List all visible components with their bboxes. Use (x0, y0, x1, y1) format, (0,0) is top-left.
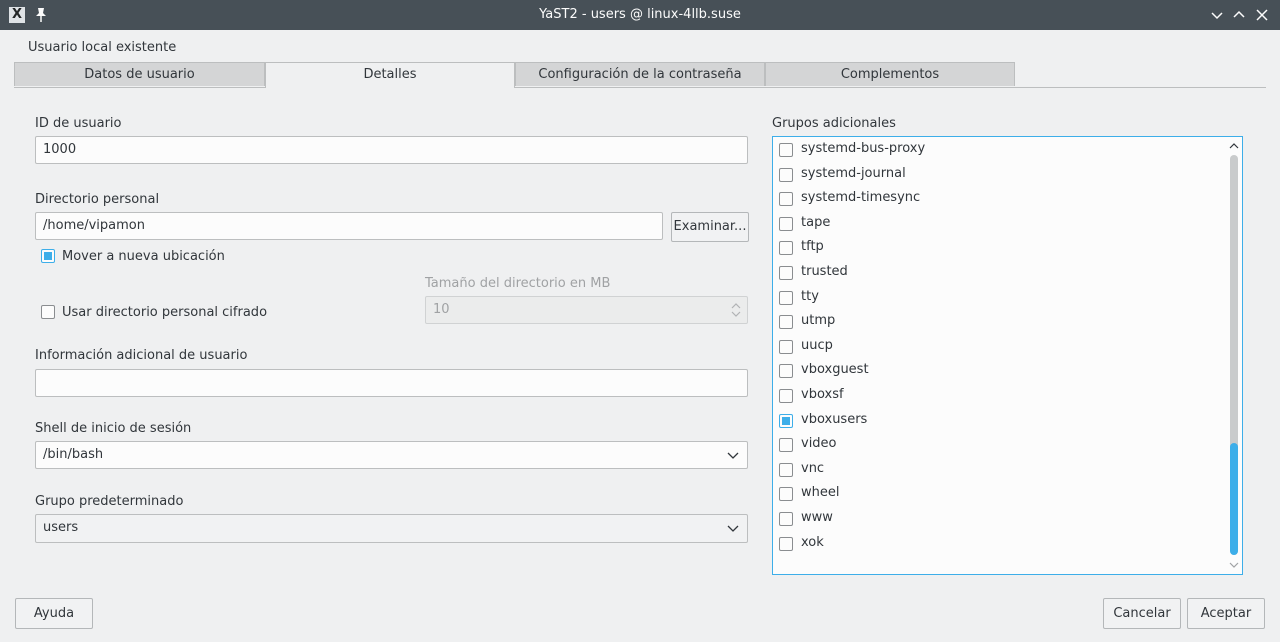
login-shell-combobox[interactable]: /bin/bash (35, 441, 748, 469)
group-checkbox[interactable] (779, 217, 793, 231)
window-titlebar: X YaST2 - users @ linux-4llb.suse (0, 0, 1280, 30)
list-item[interactable]: xok (778, 532, 1218, 556)
chevron-down-icon (727, 525, 739, 532)
tab-user-data[interactable]: Datos de usuario (14, 62, 265, 86)
group-checkbox[interactable] (779, 487, 793, 501)
additional-groups-list[interactable]: systemd-bus-proxy systemd-journal system… (772, 136, 1243, 575)
home-dir-input[interactable]: /home/vipamon (35, 212, 663, 240)
group-checkbox[interactable] (779, 463, 793, 477)
list-item[interactable]: systemd-journal (778, 163, 1218, 187)
group-checkbox[interactable] (779, 291, 793, 305)
groups-scrollbar[interactable] (1227, 139, 1239, 572)
group-checkbox[interactable] (779, 414, 793, 428)
user-id-input[interactable]: 1000 (35, 136, 748, 164)
list-item[interactable]: vboxguest (778, 359, 1218, 383)
list-item[interactable]: utmp (778, 310, 1218, 334)
scroll-up-icon[interactable] (1229, 142, 1239, 150)
dir-size-value: 10 (433, 302, 450, 317)
list-item[interactable]: systemd-timesync (778, 187, 1218, 211)
group-checkbox[interactable] (779, 192, 793, 206)
default-group-combobox[interactable]: users (35, 514, 748, 543)
group-checkbox[interactable] (779, 266, 793, 280)
group-checkbox[interactable] (779, 537, 793, 551)
scroll-down-icon[interactable] (1229, 561, 1239, 569)
extra-info-label: Información adicional de usuario (35, 348, 248, 363)
group-checkbox[interactable] (779, 340, 793, 354)
minimize-icon[interactable] (1209, 7, 1225, 23)
move-to-new-label[interactable]: Mover a nueva ubicación (62, 249, 225, 264)
browse-button[interactable]: Examinar... (671, 212, 749, 242)
default-group-value: users (43, 520, 79, 535)
page-heading: Usuario local existente (28, 40, 177, 55)
login-shell-value: /bin/bash (43, 447, 104, 462)
cancel-button[interactable]: Cancelar (1103, 598, 1181, 629)
list-item[interactable]: tape (778, 212, 1218, 236)
accept-button[interactable]: Aceptar (1187, 598, 1265, 629)
list-item[interactable]: vboxsf (778, 384, 1218, 408)
home-dir-label: Directorio personal (35, 192, 160, 207)
chevron-down-icon (727, 452, 739, 459)
tab-plugins[interactable]: Complementos (765, 62, 1015, 86)
spinner-arrows-icon (731, 303, 741, 317)
list-item[interactable]: wheel (778, 482, 1218, 506)
scrollbar-thumb[interactable] (1230, 443, 1238, 555)
group-checkbox[interactable] (779, 364, 793, 378)
group-checkbox[interactable] (779, 143, 793, 157)
tab-password-settings[interactable]: Configuración de la contraseña (515, 62, 765, 86)
groups-label: Grupos adicionales (772, 116, 896, 131)
encrypted-home-checkbox[interactable] (41, 305, 55, 319)
window-title: YaST2 - users @ linux-4llb.suse (539, 7, 741, 22)
tab-bar: Datos de usuario Detalles Configuración … (14, 62, 1266, 88)
default-group-label: Grupo predeterminado (35, 494, 184, 509)
dialog-content: Usuario local existente Datos de usuario… (0, 30, 1280, 642)
maximize-icon[interactable] (1231, 7, 1247, 23)
group-checkbox[interactable] (779, 315, 793, 329)
dir-size-spinbox: 10 (425, 296, 748, 324)
list-item[interactable]: systemd-bus-proxy (778, 138, 1218, 162)
list-item[interactable]: trusted (778, 261, 1218, 285)
group-checkbox[interactable] (779, 512, 793, 526)
login-shell-label: Shell de inicio de sesión (35, 421, 192, 436)
list-item[interactable]: vboxusers (778, 409, 1218, 433)
user-id-label: ID de usuario (35, 116, 122, 131)
dir-size-label: Tamaño del directorio en MB (425, 276, 611, 291)
list-item[interactable]: www (778, 507, 1218, 531)
help-button[interactable]: Ayuda (15, 598, 93, 629)
group-checkbox[interactable] (779, 389, 793, 403)
encrypted-home-label[interactable]: Usar directorio personal cifrado (62, 305, 267, 320)
list-item[interactable]: vnc (778, 458, 1218, 482)
move-to-new-checkbox[interactable] (41, 249, 55, 263)
tab-details[interactable]: Detalles (265, 62, 515, 88)
extra-info-input[interactable] (35, 369, 748, 397)
list-item[interactable]: video (778, 433, 1218, 457)
group-checkbox[interactable] (779, 241, 793, 255)
list-item[interactable]: uucp (778, 335, 1218, 359)
list-item[interactable]: tty (778, 286, 1218, 310)
close-icon[interactable] (1254, 7, 1270, 23)
group-checkbox[interactable] (779, 168, 793, 182)
group-checkbox[interactable] (779, 438, 793, 452)
list-item[interactable]: tftp (778, 236, 1218, 260)
